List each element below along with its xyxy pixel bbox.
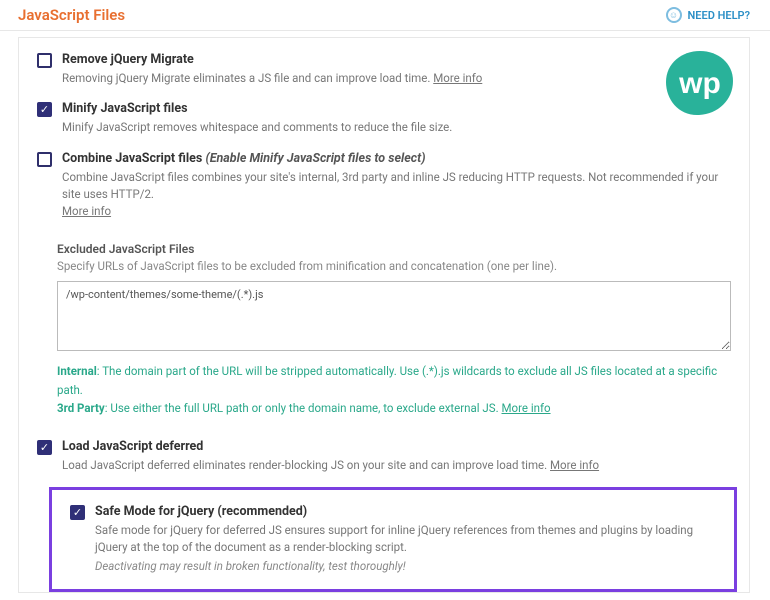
option-load-js-deferred: Load JavaScript deferred Load JavaScript… [19,425,749,474]
excluded-js-block: Excluded JavaScript Files Specify URLs o… [19,242,749,417]
hint-internal-label: Internal [57,364,97,378]
more-info-link[interactable]: More info [550,458,599,472]
checkbox-minify-js[interactable] [37,102,52,117]
hint-3rdparty-label: 3rd Party [57,401,105,415]
options-panel: wp Remove jQuery Migrate Removing jQuery… [18,37,750,593]
checkbox-remove-jquery-migrate[interactable] [37,53,52,68]
safe-mode-warning: Deactivating may result in broken functi… [95,558,716,575]
excluded-js-textarea[interactable] [57,281,731,351]
option-title: Remove jQuery Migrate [62,52,731,67]
option-desc: Removing jQuery Migrate eliminates a JS … [62,70,731,87]
excluded-hints: Internal: The domain part of the URL wil… [57,362,731,417]
option-title: Safe Mode for jQuery (recommended) [95,504,716,519]
option-minify-js: Minify JavaScript files Minify JavaScrip… [19,87,749,136]
more-info-link[interactable]: More info [62,204,111,218]
option-combine-js: Combine JavaScript files (Enable Minify … [19,137,749,221]
more-info-link[interactable]: More info [433,71,482,85]
need-help-label: NEED HELP? [688,9,751,22]
checkbox-combine-js[interactable] [37,152,52,167]
page-title: JavaScript Files [18,6,125,24]
option-remove-jquery-migrate: Remove jQuery Migrate Removing jQuery Mi… [19,38,749,87]
need-help-link[interactable]: ☺ NEED HELP? [666,7,751,23]
option-desc: Minify JavaScript removes whitespace and… [62,119,731,136]
excluded-title: Excluded JavaScript Files [57,242,731,256]
help-circle-icon: ☺ [666,7,682,23]
excluded-desc: Specify URLs of JavaScript files to be e… [57,259,731,273]
option-desc: Combine JavaScript files combines your s… [62,169,731,221]
section-header: JavaScript Files ☺ NEED HELP? [0,0,770,31]
option-title: Load JavaScript deferred [62,439,731,454]
option-desc: Safe mode for jQuery for deferred JS ens… [95,522,716,576]
option-desc: Load JavaScript deferred eliminates rend… [62,457,731,474]
option-title: Combine JavaScript files (Enable Minify … [62,151,731,166]
checkbox-load-js-deferred[interactable] [37,440,52,455]
more-info-link[interactable]: More info [502,401,551,415]
option-safe-mode-jquery: Safe Mode for jQuery (recommended) Safe … [52,490,734,576]
option-title: Minify JavaScript files [62,101,731,116]
safe-mode-highlight: Safe Mode for jQuery (recommended) Safe … [49,487,737,593]
checkbox-safe-mode-jquery[interactable] [70,505,85,520]
